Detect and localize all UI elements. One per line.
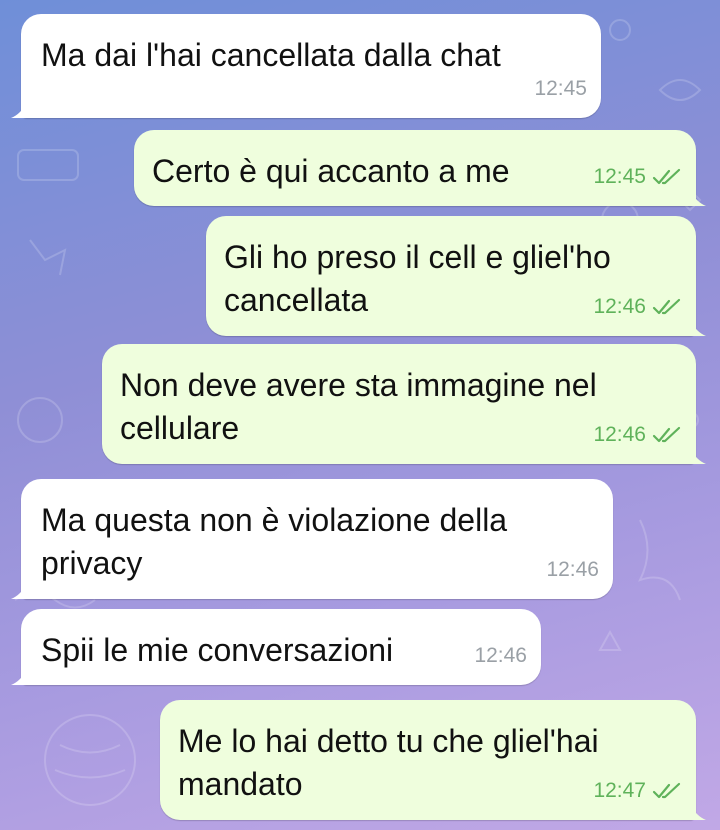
message-meta: 12:46 [593,285,682,328]
message-time: 12:46 [546,558,599,581]
message-bubble-incoming[interactable]: Ma questa non è violazione della privacy… [11,479,613,599]
double-check-icon [652,168,681,184]
message-text: Ma dai l'hai cancellata dalla chat [41,37,501,73]
bubble-tail [690,320,706,336]
bubble-tail [11,669,27,685]
message-meta: 12:45 [593,155,682,198]
bubble-tail [690,190,706,206]
message-time: 12:46 [593,423,646,446]
message-text: Non deve avere sta immagine nel cellular… [120,367,597,446]
double-check-icon [652,782,681,798]
message-text: Spii le mie conversazioni [41,632,394,668]
message-time: 12:45 [593,165,646,188]
double-check-icon [652,298,681,314]
message-bubble-outgoing[interactable]: Gli ho preso il cell e gliel'ho cancella… [206,216,706,336]
message-bubble-incoming[interactable]: Ma dai l'hai cancellata dalla chat 12:45 [11,14,601,118]
message-time: 12:46 [474,644,527,667]
bubble-tail [690,448,706,464]
message-meta: 12:46 [546,548,599,591]
bubble-tail [11,583,27,599]
message-meta: 12:47 [593,769,682,812]
message-time: 12:46 [593,295,646,318]
message-time: 12:47 [593,779,646,802]
message-time: 12:45 [534,77,587,100]
message-bubble-outgoing[interactable]: Certo è qui accanto a me 12:45 [134,130,706,206]
message-bubble-incoming[interactable]: Spii le mie conversazioni 12:46 [11,609,541,685]
message-meta: 12:45 [534,67,587,110]
message-meta: 12:46 [593,413,682,456]
bubble-tail [690,804,706,820]
message-text: Ma questa non è violazione della privacy [41,502,508,581]
message-bubble-outgoing[interactable]: Non deve avere sta immagine nel cellular… [102,344,706,464]
message-bubble-outgoing[interactable]: Me lo hai detto tu che gliel'hai mandato… [160,700,706,820]
double-check-icon [652,426,681,442]
message-meta: 12:46 [474,634,527,677]
bubble-tail [11,102,27,118]
